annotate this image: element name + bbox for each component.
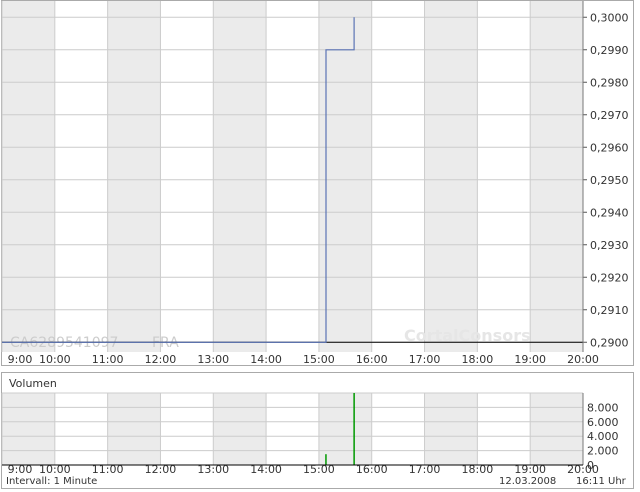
price-y-tick-label: 0,2940	[590, 206, 629, 219]
volume-y-tick-label: 4.000	[587, 430, 619, 443]
volume-x-tick-label: 18:00	[462, 463, 494, 476]
price-x-tick-label: 15:00	[303, 353, 335, 366]
price-chart: CA6289541097 FRA CortalConsors 0,30000,2…	[1, 1, 629, 366]
price-x-tick-label: 12:00	[145, 353, 177, 366]
price-y-tick-label: 0,2900	[590, 336, 629, 349]
price-y-tick-label: 0,2970	[590, 109, 629, 122]
price-y-tick-label: 0,2920	[590, 271, 629, 284]
price-x-tick-label: 14:00	[250, 353, 282, 366]
volume-x-tick-label: 12:00	[145, 463, 177, 476]
price-y-tick-label: 0,2930	[590, 239, 629, 252]
price-hour-band	[107, 1, 161, 352]
volume-y-tick-label: 6.000	[587, 416, 619, 429]
volume-x-tick-label: 11:00	[92, 463, 124, 476]
volume-hour-band	[530, 393, 583, 465]
volume-x-tick-label: 19:00	[514, 463, 546, 476]
price-x-tick-label: 16:00	[356, 353, 388, 366]
price-x-tick-label: 13:00	[197, 353, 229, 366]
price-hour-band	[318, 1, 372, 352]
volume-hour-band	[107, 393, 161, 465]
price-y-tick-label: 0,2910	[590, 304, 629, 317]
exchange-watermark: FRA	[152, 335, 179, 351]
volume-hour-band	[213, 393, 267, 465]
price-chart-panel: CA6289541097 FRA CortalConsors 0,3000 0,2…	[1, 0, 634, 366]
price-x-tick-label: 10:00	[39, 353, 71, 366]
volume-x-tick-label: 13:00	[197, 463, 229, 476]
price-y-tick-label: 0,3000	[590, 11, 629, 24]
volume-x-tick-label: 16:00	[356, 463, 388, 476]
volume-x-tick-label: 20:00	[567, 463, 599, 476]
volume-hour-band	[424, 393, 478, 465]
price-hour-band	[424, 1, 478, 352]
volume-y-tick-label: 2.000	[587, 445, 619, 458]
volume-bar	[353, 393, 355, 465]
price-y-tick-label: 0,2960	[590, 141, 629, 154]
volume-x-tick-label: 17:00	[409, 463, 441, 476]
price-hour-band	[2, 1, 55, 352]
price-x-tick-label: 9:00	[8, 353, 33, 366]
price-hour-band	[213, 1, 267, 352]
price-y-tick-label: 0,2980	[590, 76, 629, 89]
volume-chart-panel: Volumen 8.000 6.000 4.000 2.000 0 9:00 10:00 1…	[1, 372, 634, 489]
price-x-tick-label: 18:00	[462, 353, 494, 366]
price-x-tick-label: 11:00	[92, 353, 124, 366]
time-label: 16:11 Uhr	[576, 476, 627, 487]
volume-hour-band	[318, 393, 372, 465]
price-y-tick-label: 0,2950	[590, 174, 629, 187]
price-y-tick-label: 0,2990	[590, 44, 629, 57]
interval-label: Intervall: 1 Minute	[6, 476, 97, 487]
volume-x-tick-label: 14:00	[250, 463, 282, 476]
instrument-id-watermark: CA6289541097	[10, 335, 118, 351]
volume-x-tick-label: 15:00	[303, 463, 335, 476]
volume-chart-title: Volumen	[9, 377, 57, 390]
volume-x-tick-label: 10:00	[39, 463, 71, 476]
volume-hour-band	[2, 393, 55, 465]
price-hour-band	[530, 1, 583, 352]
price-x-tick-label: 19:00	[514, 353, 546, 366]
price-x-tick-label: 20:00	[567, 353, 599, 366]
volume-chart: Volumen 8.0006.0004.0002.0000 9:00 10:00 1…	[1, 377, 627, 487]
volume-y-tick-label: 8.000	[587, 401, 619, 414]
date-label: 12.03.2008	[499, 476, 556, 487]
price-x-tick-label: 17:00	[409, 353, 441, 366]
volume-x-tick-label: 9:00	[8, 463, 33, 476]
